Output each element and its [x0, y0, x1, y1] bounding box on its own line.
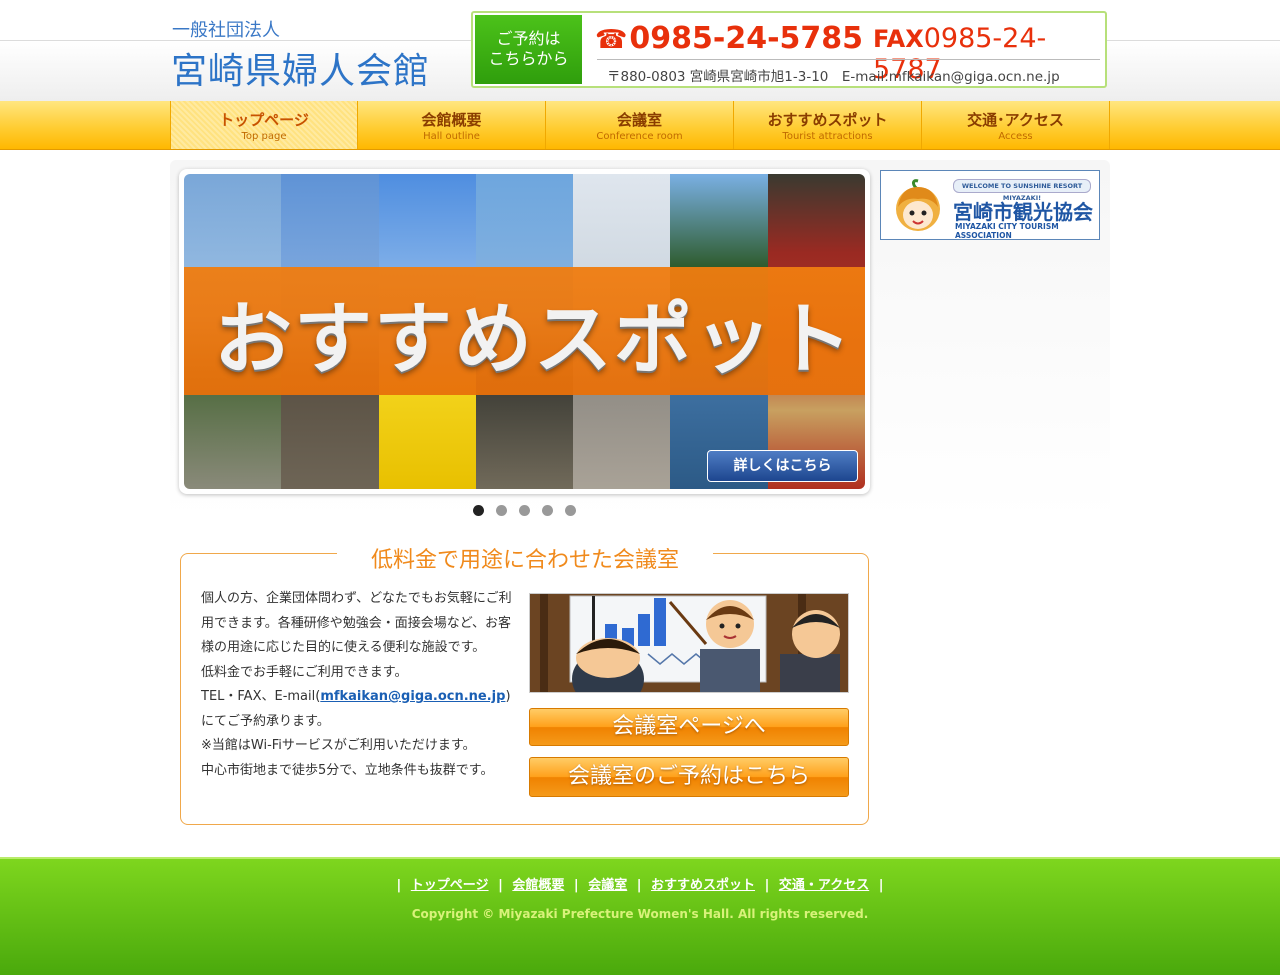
tourism-subtitle: MIYAZAKI CITY TOURISM ASSOCIATION: [955, 222, 1059, 240]
meeting-illustration-graphic: [530, 594, 848, 692]
tourism-title: 宮崎市観光協会: [953, 200, 1093, 224]
nav-sublabel: Hall outline: [423, 131, 480, 142]
org-prefix: 一般社団法人: [172, 20, 280, 41]
nav-item-conference[interactable]: 会議室 Conference room: [546, 101, 734, 149]
footer-separator: |: [573, 878, 579, 893]
nav-label: トップページ: [219, 111, 309, 129]
slider-dot-1[interactable]: [473, 505, 484, 516]
footer-link-conference[interactable]: 会議室: [588, 878, 627, 893]
reserve-line-2: こちらから: [488, 49, 569, 68]
nav-sublabel: Conference room: [596, 131, 683, 142]
conference-description: 個人の方、企業団体問わず、どなたでもお気軽にご利用できます。各種研修や勉強会・面…: [201, 587, 519, 783]
address-line: 〒880-0803 宮崎県宮崎市旭1-3-10 E-mail:mfkaikan@…: [607, 69, 1060, 85]
slider-dot-2[interactable]: [496, 505, 507, 516]
phone-icon: ☎: [595, 25, 628, 55]
footer-separator: |: [396, 878, 402, 893]
conference-text-2: 低料金でお手軽にご利用できます。: [201, 664, 408, 680]
fax-label: FAX: [873, 25, 924, 53]
copyright: Copyright © Miyazaki Prefecture Women's …: [411, 907, 869, 921]
slider-dot-5[interactable]: [565, 505, 576, 516]
conference-text-3: TEL・FAX、E-mail(mfkaikan@giga.ocn.ne.jp)に…: [201, 685, 519, 734]
footer-link-access[interactable]: 交通・アクセス: [779, 878, 869, 893]
conference-page-button[interactable]: 会議室ページへ: [529, 708, 849, 746]
footer-separator: |: [636, 878, 642, 893]
tel-number: ☎0985-24-5785: [595, 21, 863, 56]
tourism-welcome: WELCOME TO SUNSHINE RESORT MIYAZAKI!: [953, 179, 1091, 202]
footer-nav: | トップページ | 会館概要 | 会議室 | おすすめスポット | 交通・アク…: [0, 874, 1280, 893]
reserve-tag: ご予約は こちらから: [475, 15, 582, 84]
conference-text-4: ※当館はWi-Fiサービスがご利用いただけます。: [201, 738, 476, 753]
footer-link-top[interactable]: トップページ: [411, 878, 489, 893]
hero-slider[interactable]: おすすめスポット 詳しくはこちら: [179, 169, 870, 494]
conference-text-5: 中心市街地まで徒歩5分で、立地条件も抜群です。: [201, 762, 494, 778]
nav-item-top[interactable]: トップページ Top page: [170, 101, 358, 149]
contact-box: ご予約は こちらから ☎0985-24-5785 FAX0985-24-5787…: [471, 11, 1107, 88]
footer-separator: |: [498, 878, 503, 893]
slider-pagination: [473, 505, 576, 516]
nav-label: 交通･アクセス: [967, 111, 1064, 129]
nav-item-hall-outline[interactable]: 会館概要 Hall outline: [358, 101, 546, 149]
slider-dot-3[interactable]: [519, 505, 530, 516]
nav-sublabel: Top page: [241, 131, 287, 142]
contact-divider: [597, 59, 1100, 60]
footer-link-tourist[interactable]: おすすめスポット: [651, 878, 755, 893]
nav-item-tourist[interactable]: おすすめスポット Tourist attractions: [734, 101, 922, 149]
nav-sublabel: Tourist attractions: [782, 131, 873, 142]
global-nav: トップページ Top page 会館概要 Hall outline 会議室 Co…: [170, 101, 1110, 149]
tel-value: 0985-24-5785: [629, 21, 864, 56]
nav-label: おすすめスポット: [767, 111, 888, 129]
nav-label: 会議室: [616, 111, 662, 129]
conference-text-3a: TEL・FAX、E-mail(: [201, 689, 321, 704]
nav-sublabel: Access: [998, 131, 1033, 142]
meeting-illustration: [529, 593, 849, 693]
nav-item-access[interactable]: 交通･アクセス Access: [922, 101, 1110, 149]
site-logo-title[interactable]: 宮崎県婦人会館: [171, 42, 430, 94]
email-link[interactable]: mfkaikan@giga.ocn.ne.jp: [320, 689, 505, 704]
tourism-association-banner[interactable]: WELCOME TO SUNSHINE RESORT MIYAZAKI! 宮崎市…: [880, 170, 1100, 240]
footer-link-hall-outline[interactable]: 会館概要: [512, 878, 564, 893]
conference-text-1: 個人の方、企業団体問わず、どなたでもお気軽にご利用できます。各種研修や勉強会・面…: [201, 591, 512, 655]
slide-more-button[interactable]: 詳しくはこちら: [707, 450, 858, 482]
conference-heading: 低料金で用途に合わせた会議室: [337, 542, 713, 574]
reserve-line-1: ご予約は: [496, 29, 561, 48]
conference-reserve-button[interactable]: 会議室のご予約はこちら: [529, 757, 849, 797]
nav-label: 会館概要: [421, 111, 482, 129]
footer-separator: |: [878, 878, 884, 893]
slide-title: おすすめスポット: [214, 295, 855, 385]
slider-dot-4[interactable]: [542, 505, 553, 516]
mascot-icon: [896, 179, 940, 231]
footer-separator: |: [764, 878, 770, 893]
